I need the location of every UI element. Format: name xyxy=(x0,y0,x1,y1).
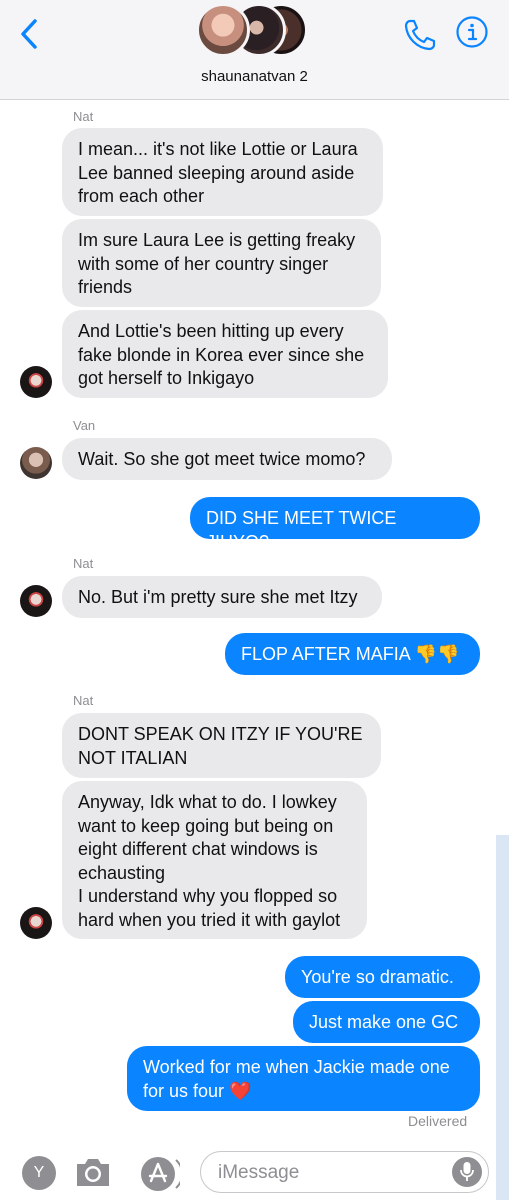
incoming-message[interactable]: I mean... it's not like Lottie or Laura … xyxy=(62,128,383,216)
incoming-message[interactable]: No. But i'm pretty sure she met Itzy xyxy=(62,576,382,618)
group-name[interactable]: shaunanatvan 2 xyxy=(0,68,509,85)
incoming-message[interactable]: Wait. So she got meet twice momo? xyxy=(62,438,392,480)
phone-icon xyxy=(404,19,436,51)
message-input[interactable]: iMessage xyxy=(200,1151,489,1193)
avatar xyxy=(196,3,250,57)
chevron-left-icon xyxy=(21,19,37,49)
incoming-message[interactable]: Anyway, Idk what to do. I lowkey want to… xyxy=(62,781,367,939)
camera-button[interactable] xyxy=(74,1155,112,1189)
sender-name: Nat xyxy=(73,693,94,708)
outgoing-message[interactable]: DID SHE MEET TWICE JIHYO? xyxy=(190,497,480,552)
group-avatars[interactable] xyxy=(196,3,314,61)
sender-name: Nat xyxy=(73,109,94,124)
back-button[interactable] xyxy=(14,14,44,54)
call-button[interactable] xyxy=(401,16,439,54)
scroll-indicator[interactable] xyxy=(496,835,509,1200)
delivered-status: Delivered xyxy=(408,1113,468,1129)
dictation-button[interactable] xyxy=(452,1157,482,1187)
incoming-message[interactable]: And Lottie's been hitting up every fake … xyxy=(62,310,388,398)
outgoing-message[interactable]: Just make one GC xyxy=(293,1001,480,1043)
imessage-conversation: shaunanatvan 2 Nat I mean... it's not li… xyxy=(0,0,509,1200)
app-store-icon xyxy=(141,1157,184,1191)
avatar[interactable] xyxy=(20,366,52,398)
app-store-button[interactable] xyxy=(138,1154,184,1194)
microphone-icon xyxy=(460,1162,474,1181)
info-icon xyxy=(456,16,488,48)
incoming-message[interactable]: DONT SPEAK ON ITZY IF YOU'RE NOT ITALIAN xyxy=(62,713,381,778)
outgoing-message[interactable]: Worked for me when Jackie made one for u… xyxy=(127,1046,480,1111)
avatar[interactable] xyxy=(20,907,52,939)
sender-name: Van xyxy=(73,418,96,433)
outgoing-message[interactable]: FLOP AFTER MAFIA 👎👎 xyxy=(225,633,480,675)
conversation-header: shaunanatvan 2 xyxy=(0,0,509,100)
incoming-message[interactable]: Im sure Laura Lee is getting freaky with… xyxy=(62,219,381,307)
camera-icon xyxy=(77,1159,109,1186)
message-input-placeholder: iMessage xyxy=(218,1162,300,1183)
app-letter: Y xyxy=(33,1164,45,1181)
outgoing-message[interactable]: You're so dramatic. xyxy=(285,956,480,998)
info-button[interactable] xyxy=(455,15,489,49)
avatar[interactable] xyxy=(20,447,52,479)
avatar[interactable] xyxy=(20,585,52,617)
app-drawer-button[interactable]: Y xyxy=(22,1156,56,1190)
sender-name: Nat xyxy=(73,556,94,571)
